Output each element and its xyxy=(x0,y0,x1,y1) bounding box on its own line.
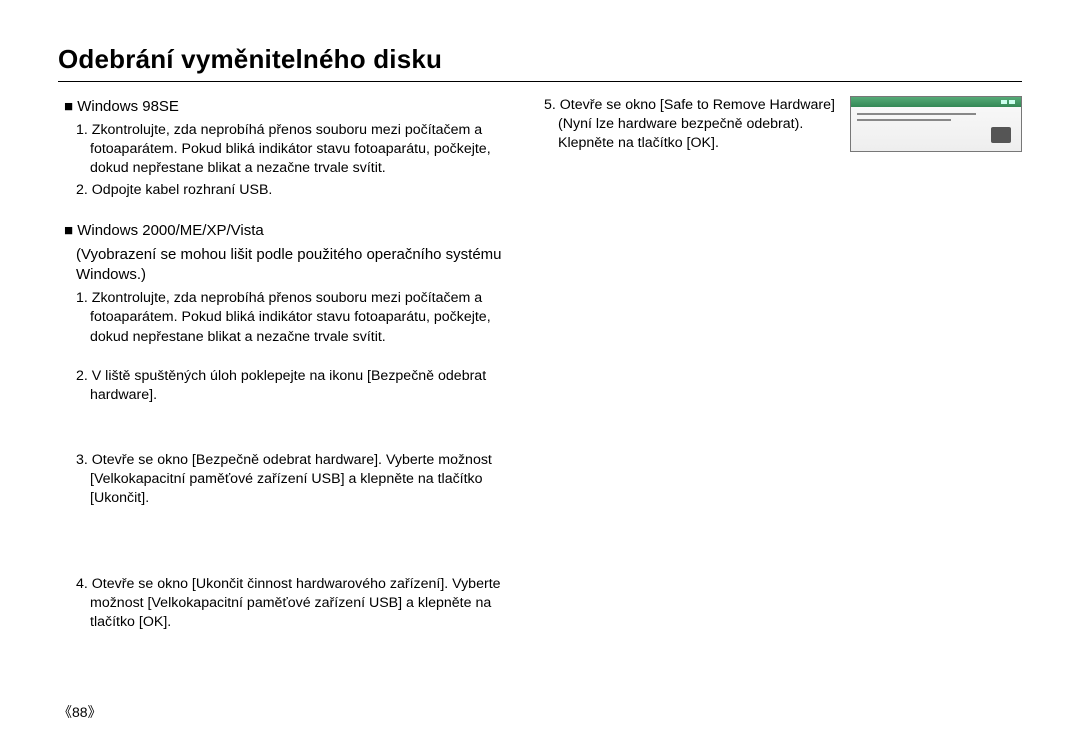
left-column: ■ Windows 98SE 1. Zkontrolujte, zda nepr… xyxy=(58,96,530,634)
win98-step1: 1. Zkontrolujte, zda neprobíhá přenos so… xyxy=(72,121,530,179)
section-win2k-sub: (Vyobrazení se mohou lišit podle použité… xyxy=(58,245,530,286)
win2k-step3: 3. Otevře se okno [Bezpečně odebrat hard… xyxy=(72,451,530,509)
page-title: Odebrání vyměnitelného disku xyxy=(58,44,1022,82)
section-win98-head: ■ Windows 98SE xyxy=(58,96,530,117)
safe-remove-dialog-image xyxy=(850,96,1022,152)
section-win2k-head: ■ Windows 2000/ME/XP/Vista xyxy=(58,220,530,241)
win98-step2: 2. Odpojte kabel rozhraní USB. xyxy=(72,181,530,200)
step5-text: 5. Otevře se okno [Safe to Remove Hardwa… xyxy=(544,96,836,154)
win2k-step1: 1. Zkontrolujte, zda neprobíhá přenos so… xyxy=(72,289,530,347)
right-column: 5. Otevře se okno [Safe to Remove Hardwa… xyxy=(544,96,1022,634)
page-number: 《88》 xyxy=(58,702,102,722)
win2k-step2: 2. V liště spuštěných úloh poklepejte na… xyxy=(72,367,530,405)
win2k-step4: 4. Otevře se okno [Ukončit činnost hardw… xyxy=(72,575,530,633)
content-columns: ■ Windows 98SE 1. Zkontrolujte, zda nepr… xyxy=(58,96,1022,634)
